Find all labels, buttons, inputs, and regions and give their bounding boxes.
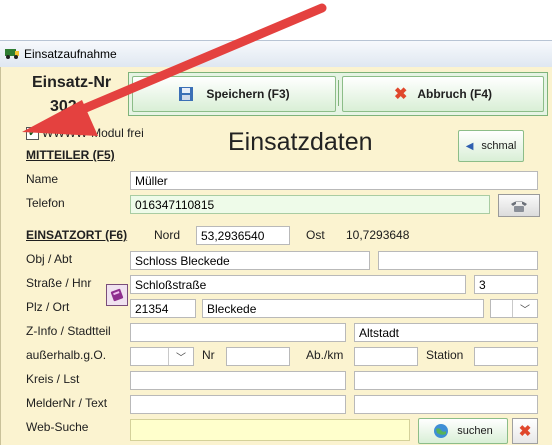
cancel-button-label: Abbruch (F4) (417, 87, 493, 101)
station-field[interactable] (474, 347, 538, 366)
obj-abt-label: Obj / Abt (26, 252, 73, 266)
ausserhalb-label: außerhalb.g.O. (26, 348, 107, 362)
station-label: Station (426, 348, 464, 362)
stadtteil-field[interactable]: Altstadt (354, 323, 538, 342)
plz-field[interactable]: 21354 (130, 299, 196, 318)
toolbar-divider (338, 80, 339, 106)
abt-field[interactable] (378, 251, 538, 270)
ausserhalb-select[interactable]: ﹀ (130, 347, 194, 366)
nord-label: Nord (154, 228, 181, 242)
globe-search-icon (434, 424, 449, 438)
ort-select[interactable]: ﹀ (490, 299, 538, 318)
window-titlebar: Einsatzaufnahme (0, 40, 552, 68)
meldernr-text-label: MelderNr / Text (26, 396, 108, 410)
abkm-field[interactable] (354, 347, 418, 366)
websuche-field[interactable] (130, 419, 410, 441)
telefon-field[interactable]: 016347110815 (130, 195, 490, 214)
ambulance-icon (5, 49, 19, 59)
chevron-down-icon: ﹀ (168, 348, 193, 365)
melder-text-field[interactable] (354, 395, 538, 414)
obj-field[interactable]: Schloss Bleckede (130, 251, 370, 270)
nord-field[interactable]: 53,2936540 (196, 226, 290, 245)
ost-value: 10,7293648 (346, 228, 410, 242)
wwww-modul-label: WWWW-Modul frei (42, 126, 144, 140)
cancel-button[interactable]: ✖ Abbruch (F4) (342, 76, 544, 112)
name-field[interactable]: Müller (130, 171, 538, 190)
strasse-hnr-label: Straße / Hnr (26, 276, 92, 290)
telefon-label: Telefon (26, 196, 65, 210)
zinfo-field[interactable] (130, 323, 346, 342)
window-title: Einsatzaufnahme (24, 47, 117, 61)
abkm-label: Ab./km (306, 348, 344, 362)
chevron-down-icon: ﹀ (512, 300, 537, 317)
schmal-button[interactable]: ◀ schmal (458, 130, 524, 162)
ost-label: Ost (306, 228, 325, 242)
phone-button[interactable] (498, 194, 540, 217)
book-icon (110, 288, 124, 302)
einsatzort-header: EINSATZORT (F6) (26, 228, 128, 242)
kreis-field[interactable] (130, 371, 346, 390)
einsatz-nr-label: Einsatz-Nr (32, 74, 112, 91)
ort-field[interactable]: Bleckede (202, 299, 484, 318)
arrow-left-icon: ◀ (465, 140, 474, 152)
strasse-field[interactable]: Schloßstraße (130, 275, 466, 294)
suchen-button-label: suchen (457, 425, 493, 437)
suchen-button[interactable]: suchen (418, 418, 508, 444)
websuche-label: Web-Suche (26, 420, 89, 434)
telephone-icon (511, 200, 527, 212)
close-x-icon: ✖ (518, 423, 532, 440)
save-button[interactable]: Speichern (F3) (132, 76, 336, 112)
nr-label: Nr (202, 348, 215, 362)
mitteiler-header: MITTEILER (F5) (26, 148, 115, 162)
lst-field[interactable] (354, 371, 538, 390)
close-x-icon: ✖ (393, 86, 408, 103)
einsatz-nr-value: 302 (50, 98, 77, 112)
page-title: Einsatzdaten (228, 128, 373, 156)
address-book-button[interactable] (106, 284, 128, 306)
kreis-lst-label: Kreis / Lst (26, 372, 80, 386)
save-button-label: Speichern (F3) (206, 87, 290, 101)
plz-ort-label: Plz / Ort (26, 300, 70, 314)
hnr-field[interactable]: 3 (474, 275, 538, 294)
name-label: Name (26, 172, 59, 186)
nr-field[interactable] (226, 347, 290, 366)
wwww-modul-checkbox[interactable]: ✔ (26, 127, 39, 140)
meldernr-field[interactable] (130, 395, 346, 414)
floppy-disk-icon (179, 87, 194, 101)
schmal-button-label: schmal (481, 140, 517, 152)
zinfo-stadtteil-label: Z-Info / Stadtteil (26, 324, 111, 338)
clear-websuche-button[interactable]: ✖ (512, 418, 538, 444)
